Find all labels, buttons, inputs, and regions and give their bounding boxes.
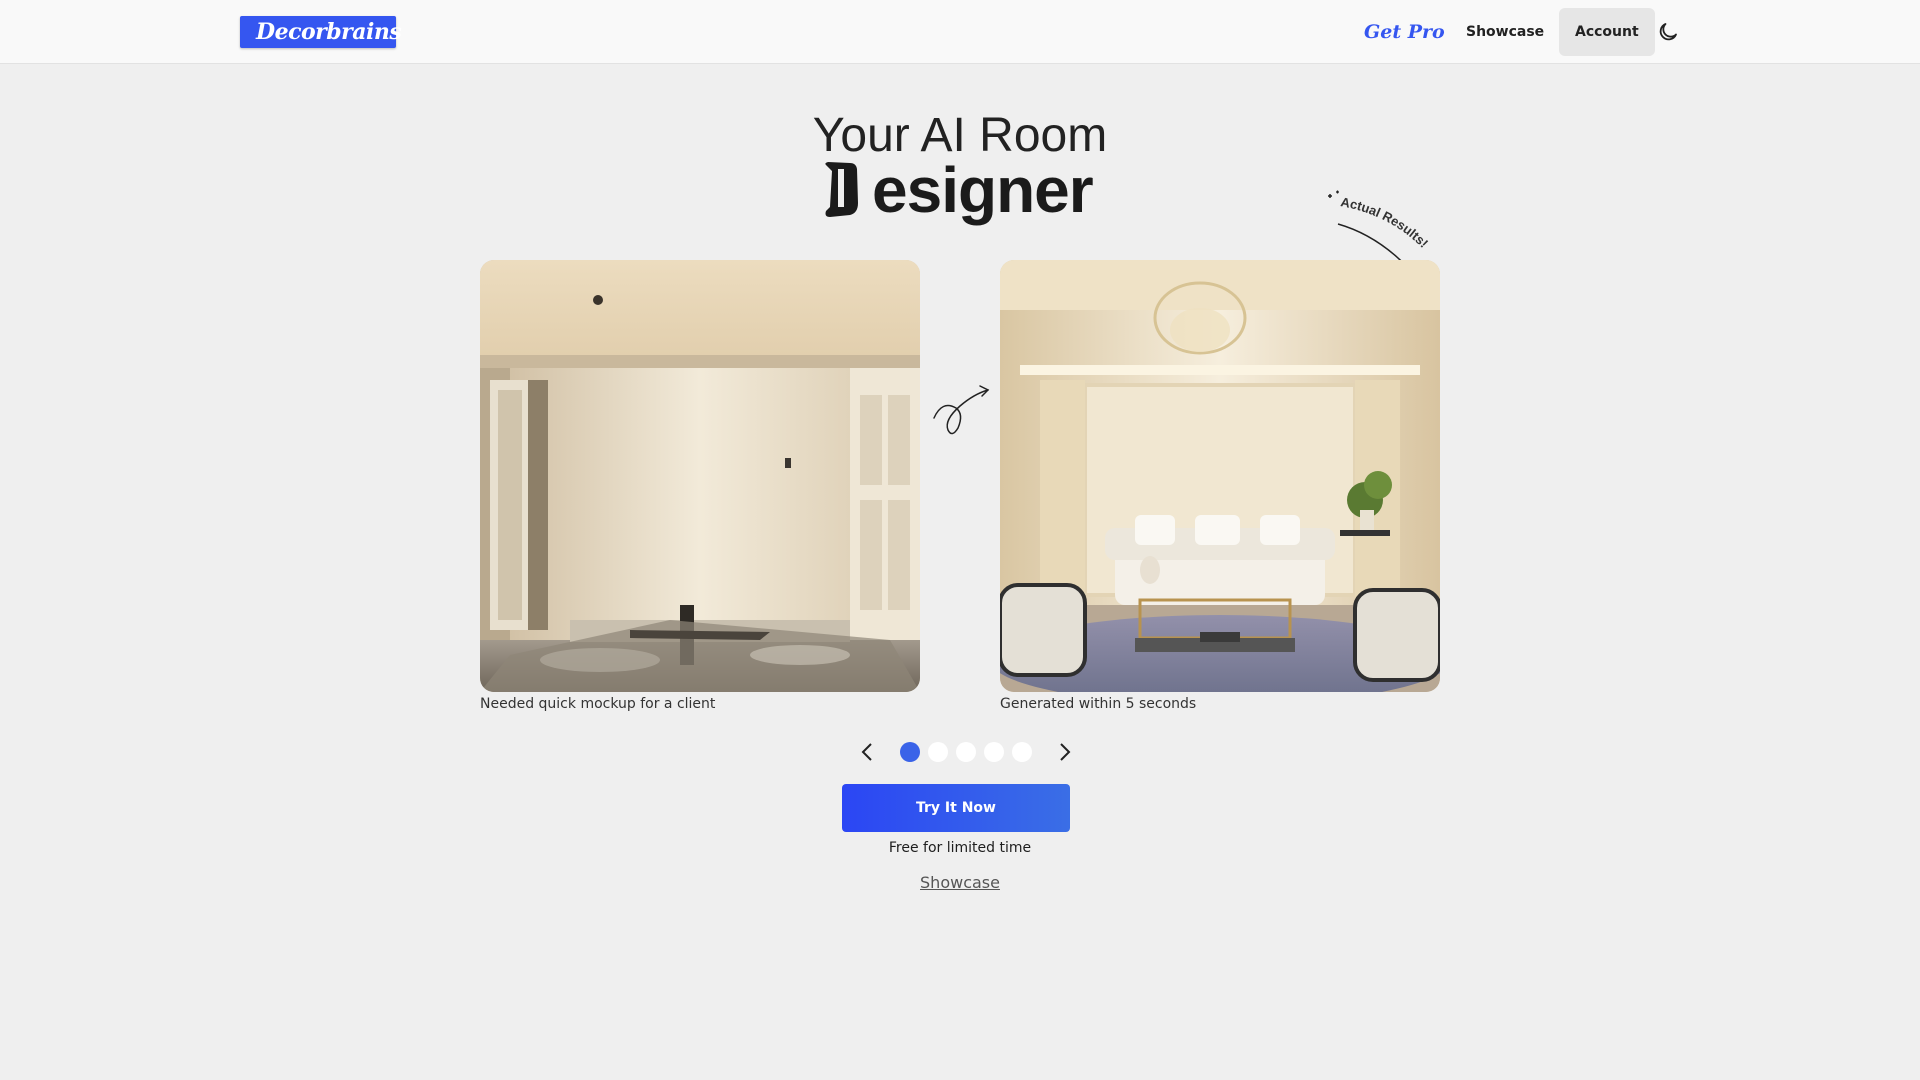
free-note: Free for limited time [888,840,1032,856]
after-card: Generated within 5 seconds [1000,260,1440,712]
carousel-controls [848,736,1088,768]
moon-icon[interactable] [1656,20,1680,44]
carousel-dot-4[interactable] [984,742,1004,762]
before-card: Needed quick mockup for a client [480,260,920,712]
nav-account-button[interactable]: Account [1559,8,1655,56]
chevron-left-icon[interactable] [856,740,880,764]
chevron-right-icon[interactable] [1052,740,1076,764]
before-caption: Needed quick mockup for a client [480,696,716,712]
hero-word: esigner [872,154,1094,226]
sparkle-icon [1328,194,1332,198]
actual-results-text: Actual Results! [1339,194,1431,251]
carousel-dot-2[interactable] [928,742,948,762]
brand-name: Decorbrains [256,19,402,45]
hero-subtitle: esigner [820,152,1100,228]
showcase-link[interactable]: Showcase [0,873,1920,892]
carousel-dot-3[interactable] [956,742,976,762]
svg-text:Actual Results!: Actual Results! [1339,194,1431,251]
transform-arrow-icon [933,385,990,435]
carousel-dot-1[interactable] [900,742,920,762]
try-it-now-button[interactable]: Try It Now [842,784,1070,832]
before-room-image [480,260,920,692]
nav-showcase-link[interactable]: Showcase [1450,8,1560,56]
after-room-image [1000,260,1440,692]
get-pro-link[interactable]: Get Pro [1364,16,1445,48]
top-navbar: Decorbrains Get Pro Showcase Account [0,0,1920,64]
carousel-dot-5[interactable] [1012,742,1032,762]
brand-logo[interactable]: Decorbrains [240,16,402,48]
typing-cursor-icon [825,162,858,217]
after-caption: Generated within 5 seconds [1000,696,1197,712]
